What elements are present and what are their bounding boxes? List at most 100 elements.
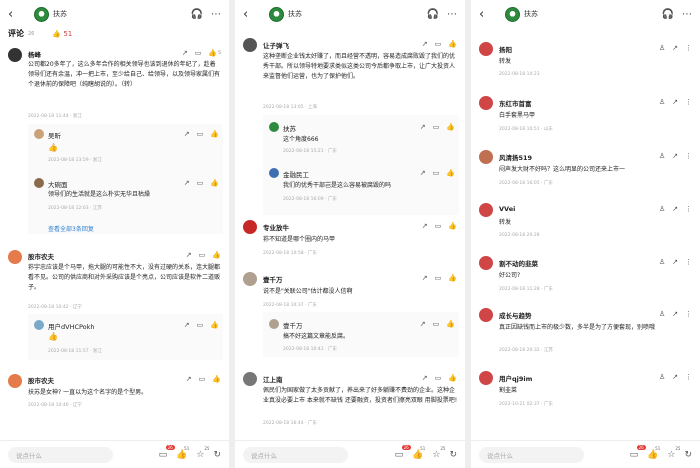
comment-icon[interactable]: ▭ bbox=[197, 130, 204, 138]
like-button[interactable]: 👍 51 bbox=[647, 446, 660, 460]
comment-author[interactable]: 让子弹飞 bbox=[263, 40, 289, 50]
author-avatar[interactable] bbox=[34, 6, 49, 22]
comment-author[interactable]: 风清扬519 bbox=[499, 152, 532, 162]
share-icon[interactable]: ↗ bbox=[672, 44, 678, 52]
comment-author[interactable]: 割不动的韭菜 bbox=[499, 258, 538, 268]
share-icon[interactable]: ↗ bbox=[672, 205, 678, 213]
reply-icon[interactable]: ♙ bbox=[659, 98, 665, 106]
reply-icon[interactable]: ♙ bbox=[659, 44, 665, 52]
comment-input[interactable]: 说点什么 bbox=[8, 446, 113, 463]
comments-button[interactable]: ▭ 26 bbox=[159, 444, 175, 460]
comment-author[interactable]: 用户qj9im bbox=[499, 373, 532, 383]
like-button[interactable]: 👍 51 bbox=[412, 446, 425, 460]
forward-icon[interactable]: ↻ bbox=[213, 450, 221, 460]
forward-icon[interactable]: ↻ bbox=[449, 450, 457, 460]
more-icon[interactable]: ⋯ bbox=[447, 9, 457, 20]
avatar[interactable] bbox=[479, 150, 493, 164]
share-icon[interactable]: ↗ bbox=[182, 49, 188, 57]
more-icon[interactable]: ⋯ bbox=[682, 9, 692, 20]
share-icon[interactable]: ↗ bbox=[186, 251, 192, 259]
comment-icon[interactable]: ▭ bbox=[197, 179, 204, 187]
comment-icon[interactable]: ▭ bbox=[199, 375, 206, 383]
avatar[interactable] bbox=[34, 178, 44, 188]
thumb-icon[interactable]: 👍 bbox=[210, 130, 219, 138]
thumb-icon[interactable]: 👍 bbox=[212, 375, 221, 383]
reply-icon[interactable]: ♙ bbox=[659, 310, 665, 318]
menu-icon[interactable]: ⋮ bbox=[685, 98, 692, 106]
avatar[interactable] bbox=[269, 168, 279, 178]
avatar[interactable] bbox=[243, 372, 257, 386]
comment-icon[interactable]: ▭ bbox=[435, 222, 442, 230]
thumb-icon[interactable]: 👍 bbox=[448, 40, 457, 48]
reply-author[interactable]: 大碗面 bbox=[48, 179, 68, 189]
reply-author[interactable]: 金融民工 bbox=[283, 169, 309, 179]
reply-icon[interactable]: ♙ bbox=[659, 258, 665, 266]
comments-button[interactable]: ▭ 26 bbox=[630, 444, 646, 460]
comment-author[interactable]: 股市农夫 bbox=[28, 375, 54, 385]
tab-comments[interactable]: 评论 bbox=[8, 28, 24, 39]
star-button[interactable]: ☆ 25 bbox=[667, 446, 680, 460]
thumb-icon[interactable]: 👍 bbox=[448, 374, 457, 382]
author-avatar[interactable] bbox=[269, 6, 284, 22]
avatar[interactable] bbox=[479, 308, 493, 322]
comment-author[interactable]: 专业放牛 bbox=[263, 222, 289, 232]
thumb-icon[interactable]: 👍 bbox=[446, 123, 455, 131]
reply-icon[interactable]: ♙ bbox=[659, 152, 665, 160]
share-icon[interactable]: ↗ bbox=[672, 152, 678, 160]
reply-icon[interactable]: ♙ bbox=[659, 205, 665, 213]
comments-button[interactable]: ▭ 26 bbox=[395, 444, 411, 460]
share-icon[interactable]: ↗ bbox=[184, 321, 190, 329]
share-icon[interactable]: ↗ bbox=[184, 179, 190, 187]
author-avatar[interactable] bbox=[505, 6, 520, 22]
menu-icon[interactable]: ⋮ bbox=[685, 258, 692, 266]
thumb-icon[interactable]: 👍 bbox=[448, 222, 457, 230]
star-button[interactable]: ☆ 25 bbox=[196, 446, 209, 460]
share-icon[interactable]: ↗ bbox=[184, 130, 190, 138]
avatar[interactable] bbox=[243, 272, 257, 286]
comment-author[interactable]: 扬阳 bbox=[499, 44, 512, 54]
avatar[interactable] bbox=[8, 374, 22, 388]
thumb-icon[interactable]: 👍 bbox=[446, 169, 455, 177]
avatar[interactable] bbox=[8, 48, 22, 62]
comment-icon[interactable]: ▭ bbox=[435, 374, 442, 382]
avatar[interactable] bbox=[34, 320, 44, 330]
share-icon[interactable]: ↗ bbox=[672, 373, 678, 381]
comment-author[interactable]: 东红市首富 bbox=[499, 98, 532, 108]
share-icon[interactable]: ↗ bbox=[422, 374, 428, 382]
more-icon[interactable]: ⋯ bbox=[211, 9, 221, 20]
comment-author[interactable]: 股市农夫 bbox=[28, 251, 54, 261]
author-name[interactable]: 扶苏 bbox=[53, 9, 67, 19]
avatar[interactable] bbox=[479, 42, 493, 56]
reply-author[interactable]: 扶苏 bbox=[283, 123, 296, 133]
like-button[interactable]: 👍 5 bbox=[208, 49, 221, 57]
share-icon[interactable]: ↗ bbox=[420, 123, 426, 131]
comment-author[interactable]: VVei bbox=[499, 205, 515, 213]
forward-icon[interactable]: ↻ bbox=[684, 450, 692, 460]
comment-icon[interactable]: ▭ bbox=[199, 251, 206, 259]
reply-icon[interactable]: ♙ bbox=[659, 373, 665, 381]
share-icon[interactable]: ↗ bbox=[672, 310, 678, 318]
comment-author[interactable]: 壹千万 bbox=[263, 274, 283, 284]
tab-likes[interactable]: 👍 51 bbox=[52, 30, 72, 38]
reply-author[interactable]: 用户dVHCPokh bbox=[48, 321, 95, 331]
comment-icon[interactable]: ▭ bbox=[435, 40, 442, 48]
avatar[interactable] bbox=[8, 250, 22, 264]
headphones-icon[interactable]: 🎧 bbox=[191, 9, 203, 20]
comment-icon[interactable]: ▭ bbox=[433, 320, 440, 328]
menu-icon[interactable]: ⋮ bbox=[685, 373, 692, 381]
back-icon[interactable]: ‹ bbox=[8, 7, 24, 22]
share-icon[interactable]: ↗ bbox=[672, 98, 678, 106]
headphones-icon[interactable]: 🎧 bbox=[662, 9, 674, 20]
comment-input[interactable]: 说点什么 bbox=[243, 446, 348, 463]
back-icon[interactable]: ‹ bbox=[479, 7, 495, 22]
avatar[interactable] bbox=[269, 122, 279, 132]
thumb-icon[interactable]: 👍 bbox=[210, 179, 219, 187]
share-icon[interactable]: ↗ bbox=[186, 375, 192, 383]
share-icon[interactable]: ↗ bbox=[422, 274, 428, 282]
avatar[interactable] bbox=[479, 256, 493, 270]
thumb-icon[interactable]: 👍 bbox=[446, 320, 455, 328]
reply-author[interactable]: 吴昕 bbox=[48, 130, 61, 140]
avatar[interactable] bbox=[479, 203, 493, 217]
menu-icon[interactable]: ⋮ bbox=[685, 44, 692, 52]
author-name[interactable]: 扶苏 bbox=[524, 9, 538, 19]
